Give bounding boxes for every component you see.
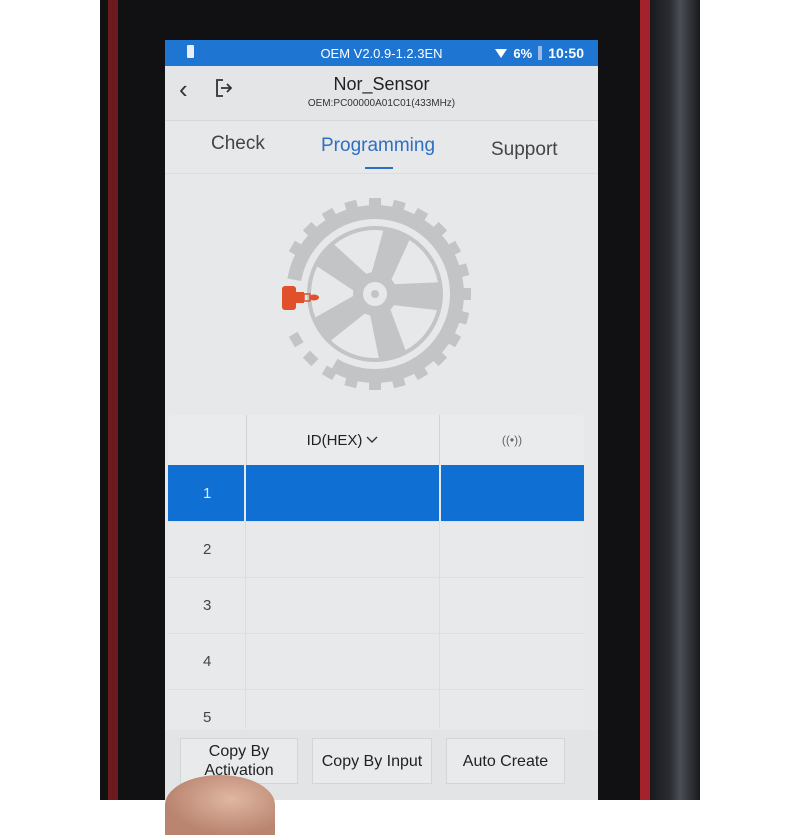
app-header: ‹ Nor_Sensor OEM:PC00000A01C01(433MHz) (165, 66, 598, 121)
active-tab-indicator (365, 167, 393, 169)
header-id-label: ID(HEX) (306, 431, 363, 449)
row-index: 4 (168, 633, 246, 689)
row-signal-cell (440, 521, 584, 577)
copy-by-input-button[interactable]: Copy By Input (312, 738, 432, 784)
row-index: 3 (168, 577, 246, 633)
tire-sensor-illustration (282, 198, 471, 390)
signal-waves-icon: ((•)) (501, 433, 523, 447)
table-row[interactable]: 1 (168, 465, 584, 522)
table-row[interactable]: 5 (168, 689, 584, 729)
table-row[interactable]: 4 (168, 633, 584, 690)
tab-check[interactable]: Check (211, 133, 265, 155)
page-subtitle: OEM:PC00000A01C01(433MHz) (307, 98, 456, 109)
row-signal-cell (440, 577, 584, 633)
row-index: 2 (168, 521, 246, 577)
header-index (168, 415, 247, 465)
tire-tread (302, 350, 319, 367)
status-bar: OEM V2.0.9-1.2.3EN 6% 10:50 (165, 40, 598, 66)
table-row[interactable]: 3 (168, 577, 584, 634)
row-index: 1 (168, 465, 246, 521)
row-id-cell[interactable] (246, 633, 440, 689)
page-title: Nor_Sensor (333, 74, 430, 94)
row-signal-cell (440, 465, 584, 521)
sensor-icon (282, 286, 319, 310)
status-right: 6% 10:50 (495, 45, 584, 61)
row-id-cell[interactable] (246, 689, 440, 729)
tire-tread (288, 331, 304, 348)
wifi-icon (495, 48, 508, 58)
finger (165, 775, 275, 835)
table-row[interactable]: 2 (168, 521, 584, 578)
device-edge (650, 0, 700, 800)
battery-icon (538, 46, 543, 60)
auto-create-button[interactable]: Auto Create (446, 738, 565, 784)
battery-percent: 6% (513, 45, 533, 61)
row-signal-cell (440, 633, 584, 689)
row-id-cell[interactable] (246, 465, 441, 521)
device-screen: OEM V2.0.9-1.2.3EN 6% 10:50 ‹ Nor_Sensor… (165, 40, 598, 800)
tab-programming[interactable]: Programming (321, 135, 435, 157)
clock: 10:50 (548, 45, 584, 61)
row-signal-cell (440, 689, 584, 729)
button-label-line1: Copy By (208, 743, 270, 760)
row-id-cell[interactable] (246, 521, 440, 577)
device-frame-left (108, 0, 118, 800)
sensor-table: ID(HEX) ((•)) 12345 (168, 415, 584, 729)
device-frame-right (640, 0, 650, 800)
row-id-cell[interactable] (246, 577, 440, 633)
chevron-down-icon[interactable] (366, 436, 378, 444)
tab-bar: Check Programming Support (165, 121, 598, 174)
header-id-hex[interactable]: ID(HEX) (246, 415, 440, 465)
tab-support[interactable]: Support (491, 139, 558, 161)
table-header: ID(HEX) ((•)) (168, 415, 584, 466)
row-index: 5 (168, 689, 246, 729)
